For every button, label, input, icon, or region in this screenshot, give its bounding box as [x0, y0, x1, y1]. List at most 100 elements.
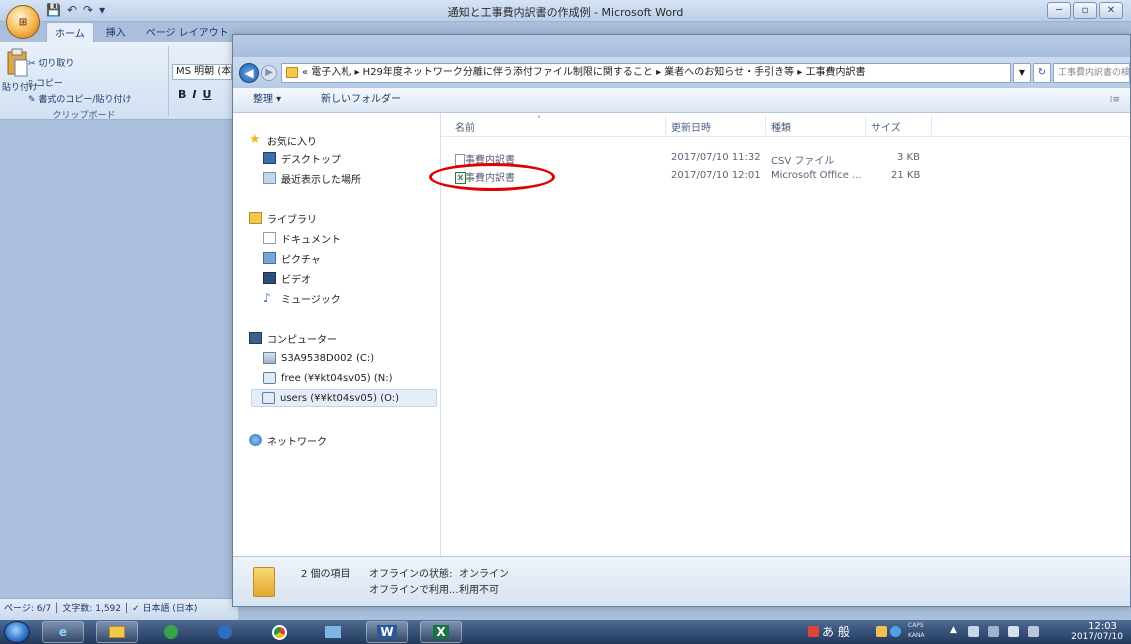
- caps-indicator: CAPS: [908, 622, 924, 629]
- display-icon[interactable]: [1008, 626, 1019, 637]
- format-buttons: B I U: [178, 88, 211, 101]
- library-icon: [249, 212, 262, 224]
- column-header-type[interactable]: 種類: [771, 119, 791, 134]
- nav-drive-c[interactable]: S3A9538D002 (C:): [263, 349, 374, 367]
- column-separator[interactable]: [765, 115, 766, 135]
- taskbar: e W X あ 般 CAPS KANA ▲ 12:03 2017/07/10: [0, 620, 1131, 644]
- column-separator[interactable]: [665, 115, 666, 135]
- minimize-button[interactable]: ─: [1047, 2, 1071, 19]
- offline-availability-value: 利用不可: [459, 585, 499, 596]
- file-modified: 2017/07/10 11:32: [671, 152, 761, 163]
- sort-indicator-icon: ˄: [537, 115, 541, 124]
- offline-availability-label: オフラインで利用...: [369, 585, 459, 596]
- forward-button[interactable]: ▶: [261, 65, 277, 81]
- column-headers: 名前 ˄ 更新日時 種類 サイズ: [441, 113, 1130, 137]
- chrome-icon[interactable]: [258, 621, 300, 643]
- tab-home[interactable]: ホーム: [46, 22, 94, 42]
- file-row[interactable]: 工事費内訳書 2017/07/10 11:32 CSV ファイル 3 KB: [441, 149, 1130, 167]
- offline-status-value: オンライン: [459, 569, 509, 580]
- internet-explorer-icon[interactable]: e: [42, 621, 84, 643]
- nav-videos[interactable]: ビデオ: [263, 269, 311, 287]
- word-taskbar-button[interactable]: W: [366, 621, 408, 643]
- folder-icon[interactable]: [96, 621, 138, 643]
- font-name-select[interactable]: MS 明朝 (本: [172, 64, 232, 80]
- nav-recent[interactable]: 最近表示した場所: [263, 169, 361, 187]
- breadcrumb-path: « 電子入札 ▸ H29年度ネットワーク分離に伴う添付ファイル制限に関すること …: [302, 67, 866, 78]
- breadcrumb[interactable]: « 電子入札 ▸ H29年度ネットワーク分離に伴う添付ファイル制限に関すること …: [281, 63, 1011, 83]
- details-pane: 2 個の項目 オフラインの状態: オンライン オフラインで利用... 利用不可: [233, 556, 1130, 606]
- window-title: 通知と工事費内訳書の作成例 - Microsoft Word: [447, 6, 684, 19]
- ime-mode[interactable]: あ 般: [822, 623, 850, 640]
- clock-time[interactable]: 12:03: [1088, 621, 1117, 632]
- desktop-icon: [263, 152, 276, 164]
- window-controls: ─ ▫ ✕: [1047, 2, 1123, 19]
- paste-icon[interactable]: [6, 48, 28, 78]
- nav-favorites[interactable]: ★ お気に入り: [249, 131, 317, 149]
- column-header-modified[interactable]: 更新日時: [671, 119, 711, 134]
- network-drive-icon: [263, 372, 276, 384]
- ribbon-tabs: ホーム 挿入 ページ レイアウト: [46, 22, 237, 42]
- recent-places-icon: [263, 172, 276, 184]
- nav-network[interactable]: ネットワーク: [249, 431, 327, 449]
- ime-icon[interactable]: [808, 626, 819, 637]
- folder-icon: [286, 67, 298, 78]
- action-center-icon[interactable]: [968, 626, 979, 637]
- file-list-pane: 名前 ˄ 更新日時 種類 サイズ 工事費内訳書 2017/07/10 11:32…: [429, 113, 1130, 556]
- view-options-button[interactable]: ⁞≡: [1110, 88, 1120, 112]
- scissors-icon: ✂: [28, 59, 39, 69]
- star-icon: ★: [249, 132, 261, 147]
- file-type: Microsoft Office ...: [771, 170, 862, 181]
- kana-indicator: KANA: [908, 632, 925, 639]
- new-folder-button[interactable]: 新しいフォルダー: [321, 88, 401, 112]
- organize-button[interactable]: 整理 ▾: [253, 88, 281, 112]
- nav-documents[interactable]: ドキュメント: [263, 229, 341, 247]
- nav-pictures[interactable]: ピクチャ: [263, 249, 321, 267]
- column-header-name[interactable]: 名前: [455, 119, 475, 134]
- clock-date[interactable]: 2017/07/10: [1071, 632, 1123, 642]
- nav-desktop[interactable]: デスクトップ: [263, 149, 341, 167]
- excel-taskbar-button[interactable]: X: [420, 621, 462, 643]
- app-icon[interactable]: [150, 621, 192, 643]
- column-header-size[interactable]: サイズ: [871, 119, 901, 134]
- nav-drive-n[interactable]: free (¥¥kt04sv05) (N:): [263, 369, 393, 387]
- computer-icon: [249, 332, 262, 344]
- videos-icon: [263, 272, 276, 284]
- format-painter-button[interactable]: ✎ 書式のコピー/貼り付け: [28, 92, 131, 105]
- bold-button[interactable]: B: [178, 88, 186, 101]
- tab-page-layout[interactable]: ページ レイアウト: [138, 22, 237, 42]
- cut-button[interactable]: ✂ 切り取り: [28, 56, 74, 69]
- file-size: 3 KB: [897, 152, 920, 163]
- drive-icon: [263, 352, 276, 364]
- network-icon[interactable]: [988, 626, 999, 637]
- show-hidden-icons-icon[interactable]: ▲: [950, 625, 957, 635]
- file-type: CSV ファイル: [771, 156, 835, 167]
- highlight-circle-annotation: [429, 163, 555, 191]
- nav-computer[interactable]: コンピューター: [249, 329, 337, 347]
- italic-button[interactable]: I: [192, 88, 196, 101]
- maximize-button[interactable]: ▫: [1073, 2, 1097, 19]
- address-dropdown-button[interactable]: ▼: [1013, 63, 1031, 83]
- close-button[interactable]: ✕: [1099, 2, 1123, 19]
- folder-icon: [253, 567, 275, 597]
- nav-drive-o[interactable]: users (¥¥kt04sv05) (O:): [251, 389, 437, 407]
- refresh-button[interactable]: ↻: [1033, 63, 1051, 83]
- app-icon[interactable]: [312, 621, 354, 643]
- word-status-bar: ページ: 6/7 │ 文字数: 1,592 │ ✓ 日本語 (日本): [0, 598, 238, 620]
- start-button[interactable]: [4, 621, 30, 643]
- tab-insert[interactable]: 挿入: [98, 22, 134, 42]
- help-icon[interactable]: [890, 626, 901, 637]
- nav-libraries[interactable]: ライブラリ: [249, 209, 317, 227]
- nav-music[interactable]: ♪ ミュージック: [263, 289, 341, 307]
- search-input[interactable]: 工事費内訳書の検索: [1053, 63, 1130, 83]
- back-button[interactable]: ◀: [239, 63, 259, 83]
- tray-app-icon[interactable]: [876, 626, 887, 637]
- command-bar: 整理 ▾ 新しいフォルダー ⁞≡: [233, 87, 1130, 113]
- app-icon[interactable]: [204, 621, 246, 643]
- office-button[interactable]: ⊞: [6, 5, 40, 39]
- column-separator[interactable]: [865, 115, 866, 135]
- word-titlebar: 💾 ↶ ↷ ▾ 通知と工事費内訳書の作成例 - Microsoft Word ─…: [0, 0, 1131, 22]
- volume-icon[interactable]: [1028, 626, 1039, 637]
- copy-button[interactable]: ▯ コピー: [28, 76, 63, 89]
- column-separator[interactable]: [931, 115, 932, 135]
- underline-button[interactable]: U: [202, 88, 211, 101]
